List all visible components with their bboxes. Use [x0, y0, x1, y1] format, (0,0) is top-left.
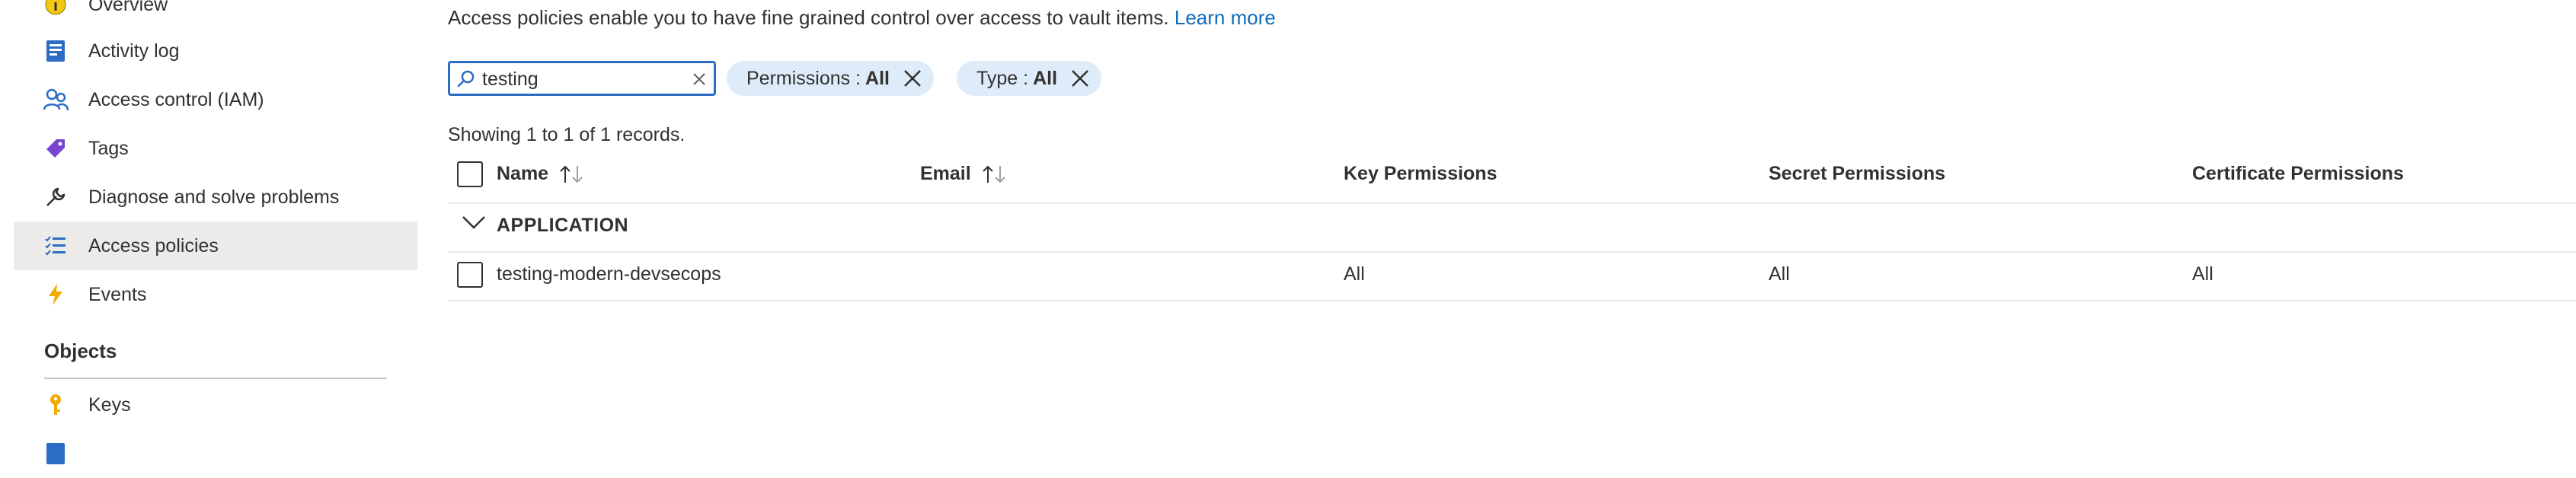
sidebar: Overview Activity log Access control (IA… [0, 0, 417, 464]
group-divider [448, 251, 2576, 253]
column-label: Name [497, 163, 549, 184]
clear-icon[interactable] [691, 71, 708, 88]
sidebar-item-events[interactable]: Events [14, 270, 417, 319]
sidebar-item-label: Tags [88, 137, 129, 159]
sidebar-item-tags[interactable]: Tags [14, 124, 417, 173]
intro-text: Access policies enable you to have fine … [448, 6, 1276, 30]
wrench-icon [41, 183, 70, 212]
filter-key: Permissions : [746, 67, 861, 89]
filter-value: All [1033, 67, 1058, 89]
cell-secret-permissions: All [1769, 263, 1790, 285]
row-checkbox[interactable] [457, 262, 483, 288]
column-header-key-permissions: Key Permissions [1344, 163, 1497, 184]
people-icon [41, 85, 70, 114]
search-icon [456, 69, 476, 89]
row-divider [448, 300, 2576, 301]
group-label: APPLICATION [497, 215, 629, 236]
intro-description: Access policies enable you to have fine … [448, 6, 1169, 29]
activity-log-icon [41, 37, 70, 65]
overview-icon [41, 0, 70, 19]
learn-more-link[interactable]: Learn more [1175, 6, 1276, 29]
sidebar-item-diagnose[interactable]: Diagnose and solve problems [14, 173, 417, 221]
filter-key: Type : [976, 67, 1029, 89]
sidebar-item-label: Events [88, 283, 147, 305]
key-icon [41, 390, 70, 419]
search-box[interactable] [448, 61, 716, 96]
close-icon[interactable] [1069, 68, 1091, 89]
column-header-secret-permissions: Secret Permissions [1769, 163, 1946, 184]
sidebar-item-label: Access control (IAM) [88, 88, 264, 110]
cell-name[interactable]: testing-modern-devsecops [497, 263, 721, 285]
sidebar-item-label: Activity log [88, 40, 180, 62]
sidebar-item-label: Keys [88, 394, 131, 416]
column-label: Email [920, 163, 971, 184]
cell-key-permissions: All [1344, 263, 1365, 285]
tag-icon [41, 134, 70, 163]
search-input[interactable] [482, 66, 673, 92]
column-header-name[interactable]: Name [497, 163, 585, 185]
list-icon [41, 231, 70, 260]
column-header-email[interactable]: Email [920, 163, 1008, 185]
sidebar-item-access-control[interactable]: Access control (IAM) [14, 75, 417, 124]
column-header-certificate-permissions: Certificate Permissions [2192, 163, 2404, 184]
permissions-filter-pill[interactable]: Permissions : All [727, 61, 934, 96]
header-divider [448, 202, 2576, 204]
chevron-down-icon[interactable] [462, 215, 486, 234]
records-count: Showing 1 to 1 of 1 records. [448, 124, 686, 145]
document-icon [41, 439, 70, 468]
sidebar-item-label: Access policies [88, 234, 219, 257]
sidebar-item-label: Diagnose and solve problems [88, 186, 340, 208]
sort-icon[interactable] [982, 164, 1008, 184]
sidebar-item-partial[interactable] [14, 429, 417, 478]
filter-value: All [865, 67, 890, 89]
close-icon[interactable] [902, 68, 923, 89]
sidebar-item-keys[interactable]: Keys [14, 381, 417, 429]
sidebar-item-access-policies[interactable]: Access policies [14, 221, 417, 270]
sort-icon[interactable] [559, 164, 585, 184]
sidebar-item-overview[interactable]: Overview [14, 0, 417, 29]
cell-certificate-permissions: All [2192, 263, 2213, 285]
main-content: Access policies enable you to have fine … [417, 0, 2576, 448]
objects-section-title: Objects [44, 339, 117, 362]
lightning-icon [41, 280, 70, 309]
sidebar-item-activity-log[interactable]: Activity log [14, 27, 417, 75]
section-divider [44, 378, 387, 379]
sidebar-item-label: Overview [88, 0, 168, 15]
select-all-checkbox[interactable] [457, 161, 483, 187]
type-filter-pill[interactable]: Type : All [957, 61, 1102, 96]
